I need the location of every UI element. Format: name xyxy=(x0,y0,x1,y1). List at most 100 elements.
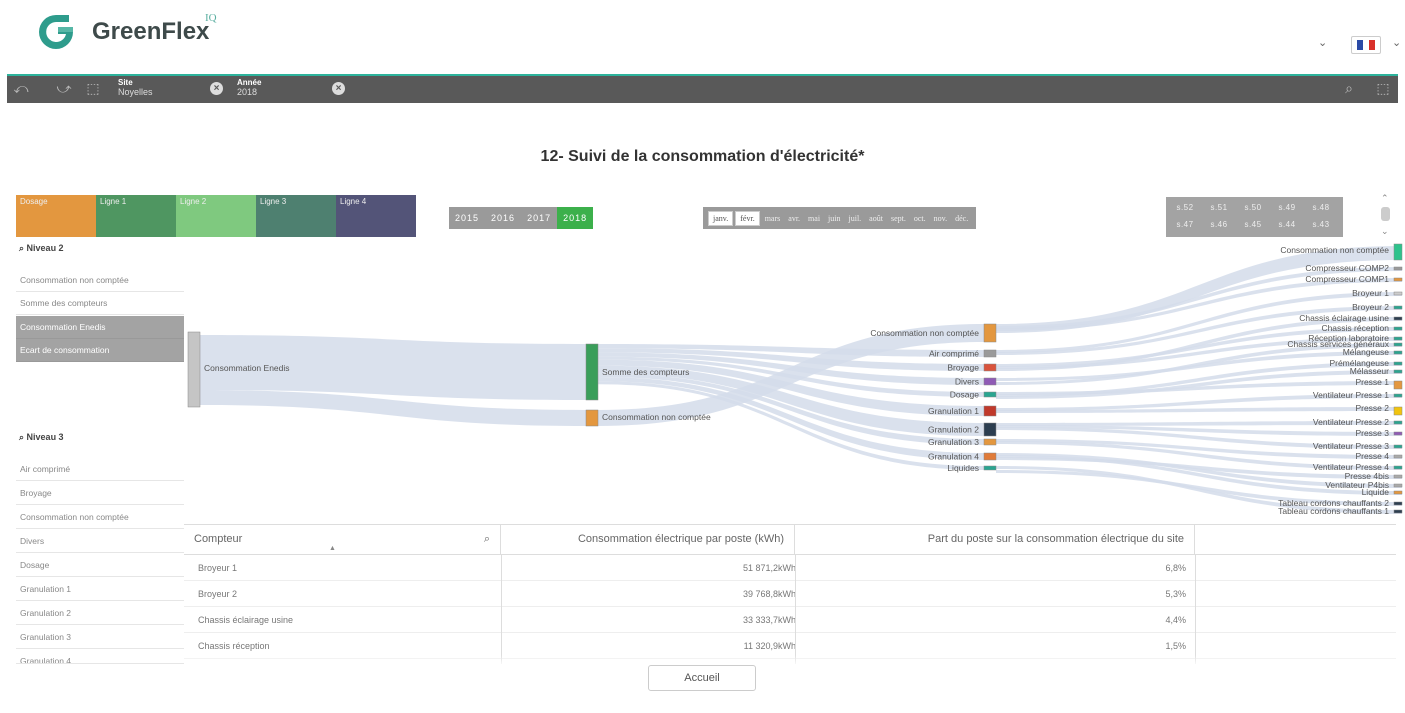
search-icon[interactable]: ⌕ xyxy=(1339,80,1359,98)
back-selection-icon[interactable]: ⤺ xyxy=(11,80,31,98)
month-janv[interactable]: janv. xyxy=(708,210,734,226)
clear-selections-icon[interactable]: ⬚ xyxy=(83,80,103,98)
month-aout[interactable]: août xyxy=(865,212,887,225)
language-flag-icon[interactable] xyxy=(1351,36,1381,54)
table-row[interactable]: Broyeur 1 51 871,2kWh 6,8% xyxy=(184,555,1396,581)
forward-selection-icon[interactable]: ⤻ xyxy=(54,80,74,98)
sankey-node-non-comptee-2[interactable] xyxy=(585,409,599,427)
year-2017[interactable]: 2017 xyxy=(521,207,557,229)
level2-item-selected[interactable]: Consommation Enedis xyxy=(16,316,184,339)
week-scrollbar-thumb[interactable] xyxy=(1381,207,1390,221)
search-icon[interactable]: ⌕ xyxy=(484,533,490,546)
sankey-node-col3[interactable] xyxy=(983,438,997,446)
level3-item[interactable]: Granulation 3 xyxy=(16,626,184,649)
col-header-part[interactable]: Part du poste sur la consommation électr… xyxy=(795,525,1195,555)
user-menu-chevron-icon[interactable]: ⌄ xyxy=(1318,36,1327,49)
level2-item[interactable]: Somme des compteurs xyxy=(16,292,184,315)
sankey-node-col4[interactable] xyxy=(1393,454,1403,459)
sankey-node-col3[interactable] xyxy=(983,465,997,471)
sankey-node-col4[interactable] xyxy=(1393,501,1403,506)
col-header-compteur[interactable]: Compteur ⌕ ▲ xyxy=(184,525,501,555)
legend-ligne-4[interactable]: Ligne 4 xyxy=(336,195,416,237)
sankey-node-col3[interactable] xyxy=(983,363,997,372)
sankey-node-col4[interactable] xyxy=(1393,277,1403,282)
week-item[interactable]: s.50 xyxy=(1236,200,1270,216)
sankey-node-col4[interactable] xyxy=(1393,291,1403,296)
sankey-node-col4[interactable] xyxy=(1393,393,1403,398)
sankey-node-col3[interactable] xyxy=(983,377,997,386)
month-oct[interactable]: oct. xyxy=(910,212,930,225)
level3-item[interactable]: Broyage xyxy=(16,482,184,505)
level3-item[interactable]: Granulation 4 xyxy=(16,650,184,664)
sankey-node-col4[interactable] xyxy=(1393,369,1403,374)
sankey-node-col4[interactable] xyxy=(1393,380,1403,390)
sankey-node-col4[interactable] xyxy=(1393,465,1403,470)
level3-header[interactable]: ⌕ Niveau 3 xyxy=(19,432,64,443)
month-avr[interactable]: avr. xyxy=(784,212,804,225)
legend-dosage[interactable]: Dosage xyxy=(16,195,96,237)
sankey-node-col4[interactable] xyxy=(1393,336,1403,341)
week-item[interactable]: s.49 xyxy=(1270,200,1304,216)
home-button[interactable]: Accueil xyxy=(648,665,756,691)
week-item[interactable]: s.45 xyxy=(1236,217,1270,233)
legend-ligne-3[interactable]: Ligne 3 xyxy=(256,195,336,237)
week-item[interactable]: s.46 xyxy=(1202,217,1236,233)
sankey-node-col4[interactable] xyxy=(1393,361,1403,366)
level3-item[interactable]: Air comprimé xyxy=(16,458,184,481)
level2-item[interactable]: Consommation non comptée xyxy=(16,269,184,292)
sankey-node-col4[interactable] xyxy=(1393,431,1403,436)
sankey-node-col4[interactable] xyxy=(1393,509,1403,514)
year-2016[interactable]: 2016 xyxy=(485,207,521,229)
month-dec[interactable]: déc. xyxy=(951,212,972,225)
sankey-node-col4[interactable] xyxy=(1393,243,1403,261)
clear-site-icon[interactable]: × xyxy=(210,82,223,95)
month-mai[interactable]: mai xyxy=(804,212,824,225)
legend-ligne-2[interactable]: Ligne 2 xyxy=(176,195,256,237)
level3-item[interactable]: Granulation 1 xyxy=(16,578,184,601)
sankey-node-col3[interactable] xyxy=(983,391,997,398)
sankey-node-col3[interactable] xyxy=(983,405,997,417)
language-chevron-icon[interactable]: ⌄ xyxy=(1392,36,1401,49)
sankey-node-somme[interactable] xyxy=(585,343,599,401)
sankey-node-col4[interactable] xyxy=(1393,474,1403,479)
sankey-node-col3[interactable] xyxy=(983,349,997,358)
selection-year[interactable]: Année 2018 × xyxy=(237,78,362,103)
week-item[interactable]: s.44 xyxy=(1270,217,1304,233)
week-scroll-up-icon[interactable]: ⌃ xyxy=(1381,193,1389,204)
level2-item-selected[interactable]: Ecart de consommation xyxy=(16,339,184,362)
sankey-node-col4[interactable] xyxy=(1393,342,1403,347)
sankey-node-col3[interactable] xyxy=(983,323,997,343)
table-row[interactable]: Broyeur 2 39 768,8kWh 5,3% xyxy=(184,581,1396,607)
sankey-node-col3[interactable] xyxy=(983,422,997,437)
sankey-node-col4[interactable] xyxy=(1393,316,1403,321)
sankey-node-col4[interactable] xyxy=(1393,305,1403,310)
week-item[interactable]: s.47 xyxy=(1168,217,1202,233)
level2-header[interactable]: ⌕ Niveau 2 xyxy=(19,243,64,254)
col-header-consommation[interactable]: Consommation électrique par poste (kWh) xyxy=(501,525,795,555)
sankey-node-col4[interactable] xyxy=(1393,406,1403,416)
week-item[interactable]: s.43 xyxy=(1304,217,1338,233)
week-item[interactable]: s.48 xyxy=(1304,200,1338,216)
sankey-node-col4[interactable] xyxy=(1393,266,1403,271)
sankey-node-col4[interactable] xyxy=(1393,490,1403,495)
clear-year-icon[interactable]: × xyxy=(332,82,345,95)
selection-site[interactable]: Site Noyelles × xyxy=(118,78,243,103)
month-nov[interactable]: nov. xyxy=(930,212,951,225)
month-mars[interactable]: mars xyxy=(761,212,785,225)
table-row[interactable]: Chassis éclairage usine 33 333,7kWh 4,4% xyxy=(184,607,1396,633)
sankey-node-col4[interactable] xyxy=(1393,326,1403,331)
week-item[interactable]: s.52 xyxy=(1168,200,1202,216)
level3-item[interactable]: Granulation 2 xyxy=(16,602,184,625)
selections-tool-icon[interactable]: ⬚ xyxy=(1373,80,1393,98)
year-2015[interactable]: 2015 xyxy=(449,207,485,229)
sankey-node-col4[interactable] xyxy=(1393,420,1403,425)
week-item[interactable]: s.51 xyxy=(1202,200,1236,216)
level3-item[interactable]: Divers xyxy=(16,530,184,553)
sankey-node-col4[interactable] xyxy=(1393,444,1403,449)
month-juin[interactable]: juin xyxy=(824,212,844,225)
sankey-node-enedis[interactable] xyxy=(187,331,201,408)
legend-ligne-1[interactable]: Ligne 1 xyxy=(96,195,176,237)
sankey-node-col3[interactable] xyxy=(983,452,997,461)
year-2018[interactable]: 2018 xyxy=(557,207,594,229)
month-juil[interactable]: juil. xyxy=(845,212,866,225)
